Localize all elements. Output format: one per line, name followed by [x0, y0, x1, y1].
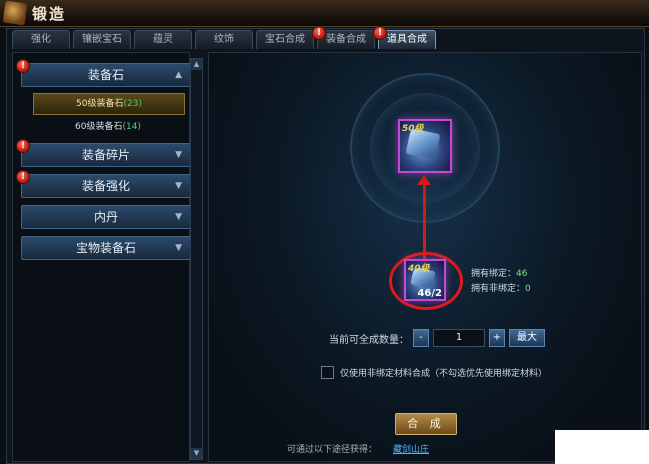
chevron-down-icon: ▼	[175, 181, 182, 191]
category-label: 装备碎片	[81, 148, 130, 162]
tab-gem-synthesis[interactable]: 宝石合成	[256, 30, 314, 49]
category-label: 宝物装备石	[75, 241, 136, 255]
window-title: 锻造	[32, 5, 67, 23]
tab-strengthen[interactable]: 强化	[12, 30, 70, 49]
category-label: 装备石	[87, 68, 124, 82]
category-inner-pill[interactable]: 内丹 ▼	[21, 205, 191, 229]
increase-button[interactable]: +	[489, 329, 505, 347]
tab-item-synthesis[interactable]: ! 道具合成	[373, 26, 436, 49]
quantity-label: 当前可全成数量：	[329, 334, 409, 346]
alert-icon: !	[312, 26, 326, 40]
tab-bar: 强化 镶嵌宝石 蕴灵 纹饰 宝石合成 ! 装备合成 ! 道具合成	[12, 26, 436, 50]
alert-icon: !	[16, 59, 30, 73]
subitem-count: (14)	[122, 122, 141, 132]
quantity-input[interactable]: 1	[433, 329, 485, 347]
category-treasure-stone[interactable]: 宝物装备石 ▼	[21, 236, 191, 260]
target-item-slot[interactable]: 50级	[398, 119, 452, 173]
synthesize-button[interactable]: 合 成	[395, 413, 457, 435]
unbound-value: 0	[525, 284, 531, 294]
category-label: 内丹	[93, 210, 118, 224]
slot-level-label: 50级	[402, 124, 424, 134]
slot-level-label: 40级	[408, 264, 430, 274]
chevron-down-icon: ▼	[175, 150, 182, 160]
tab-spirit[interactable]: 蕴灵	[134, 30, 192, 49]
tab-label: 蕴灵	[153, 34, 173, 45]
subitem-label: 60级装备石	[75, 122, 123, 132]
tab-label: 宝石合成	[265, 34, 305, 45]
alert-icon: !	[373, 26, 387, 40]
decrease-button[interactable]: -	[413, 329, 429, 347]
subitem-count: (23)	[123, 99, 142, 109]
max-button[interactable]: 最大	[509, 329, 545, 347]
alert-icon: !	[16, 139, 30, 153]
window-titlebar: 锻造	[0, 0, 649, 27]
tab-label: 镶嵌宝石	[82, 34, 122, 45]
arrow-line	[423, 185, 426, 259]
tab-label: 装备合成	[326, 34, 366, 45]
quantity-row: 当前可全成数量： - 1 + 最大	[329, 329, 545, 347]
unbound-only-checkbox[interactable]	[321, 366, 334, 379]
scroll-up-icon[interactable]: ▲	[191, 59, 202, 70]
bound-label: 拥有绑定：	[471, 269, 517, 279]
tab-label: 纹饰	[214, 34, 234, 45]
obtain-source-link[interactable]: 藏剑山庄	[393, 445, 429, 455]
chevron-up-icon: ▲	[175, 70, 182, 80]
category-equipment-fragment[interactable]: ! 装备碎片 ▼	[16, 139, 191, 167]
subitem-lv60-stone[interactable]: 60级装备石(14)	[33, 117, 183, 137]
subitem-lv50-stone[interactable]: 50级装备石(23)	[33, 93, 185, 115]
corner-block	[555, 430, 649, 464]
unbound-only-label: 仅使用非绑定材料合成（不勾选优先使用绑定材料）	[340, 369, 548, 379]
tab-pattern[interactable]: 纹饰	[195, 30, 253, 49]
bound-value: 46	[516, 269, 528, 279]
tab-inlay-gem[interactable]: 镶嵌宝石	[73, 30, 131, 49]
chevron-down-icon: ▼	[175, 212, 182, 222]
category-sidebar: ! 装备石 ▲ 50级装备石(23) 60级装备石(14) ! 装备碎片 ▼ !…	[12, 52, 191, 462]
bound-count: 拥有绑定：46	[471, 266, 527, 279]
category-label: 装备强化	[81, 179, 130, 193]
forge-icon	[2, 0, 28, 26]
chevron-down-icon: ▼	[175, 243, 182, 253]
slot-quantity: 46/2	[417, 288, 442, 299]
tab-equipment-synthesis[interactable]: ! 装备合成	[312, 26, 375, 49]
arrow-up-icon	[417, 175, 431, 185]
subitem-label: 50级装备石	[76, 99, 124, 109]
synthesis-panel: 50级 40级 46/2 拥有绑定：46 拥有非绑定：0 当前可全成数量： - …	[208, 52, 642, 462]
obtain-label: 可通过以下途径获得：	[287, 445, 378, 455]
category-equipment-enhance[interactable]: ! 装备强化 ▼	[16, 170, 191, 198]
tab-label: 道具合成	[387, 34, 427, 45]
tab-label: 强化	[31, 34, 51, 45]
category-equipment-stone[interactable]: ! 装备石 ▲	[16, 59, 191, 87]
unbound-only-option: 仅使用非绑定材料合成（不勾选优先使用绑定材料）	[321, 366, 547, 379]
unbound-count: 拥有非绑定：0	[471, 281, 531, 294]
sidebar-scrollbar[interactable]: ▲ ▼	[190, 58, 203, 460]
alert-icon: !	[16, 170, 30, 184]
unbound-label: 拥有非绑定：	[471, 284, 526, 294]
material-item-slot[interactable]: 40级 46/2	[404, 259, 446, 301]
obtain-info: 可通过以下途径获得： 藏剑山庄	[287, 442, 429, 455]
scroll-down-icon[interactable]: ▼	[191, 448, 202, 459]
